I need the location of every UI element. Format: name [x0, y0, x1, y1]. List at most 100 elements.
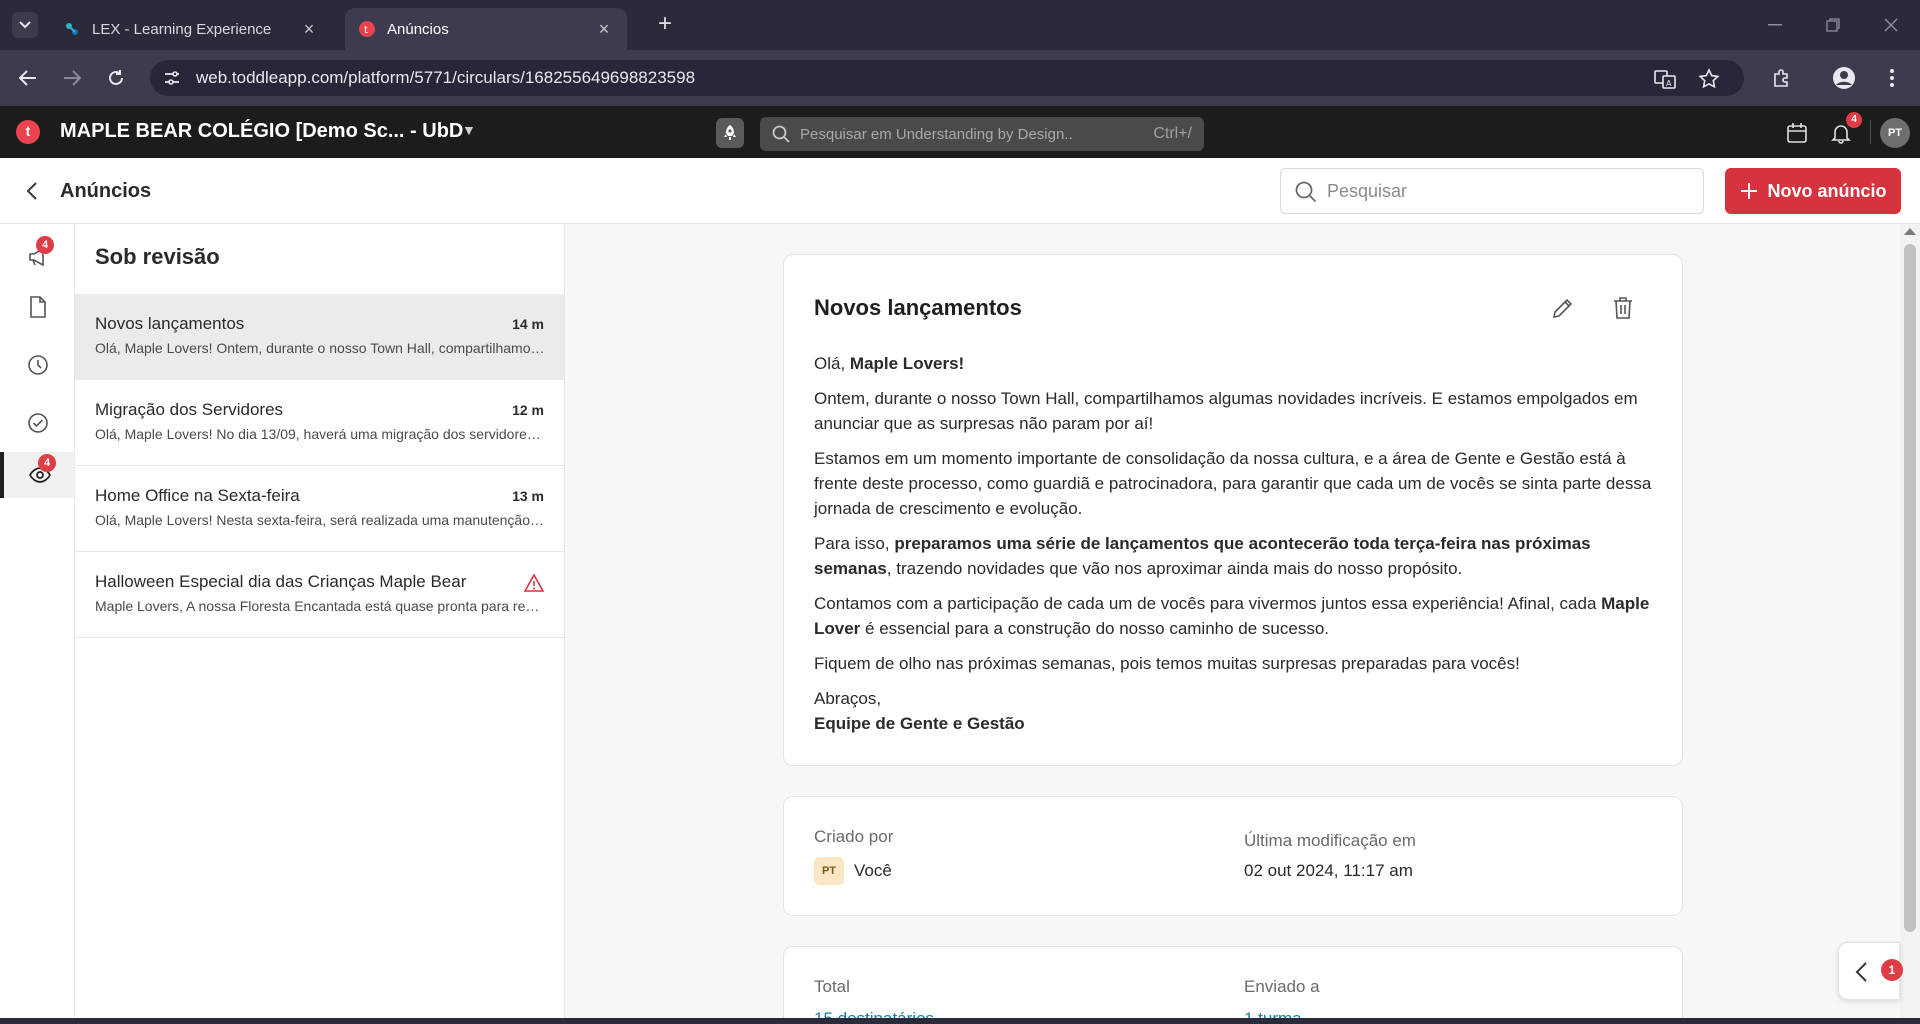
school-switcher-label[interactable]: MAPLE BEAR COLÉGIO [Demo Sc... - UbD — [60, 120, 463, 143]
edit-pencil-icon[interactable] — [1550, 295, 1576, 321]
profile-icon[interactable] — [1830, 64, 1858, 92]
address-bar[interactable]: web.toddleapp.com/platform/5771/circular… — [150, 60, 1744, 96]
search-input[interactable]: Pesquisar — [1280, 168, 1704, 214]
trash-icon[interactable] — [1610, 295, 1636, 321]
rail-item-under-review[interactable]: 4 — [0, 452, 75, 498]
new-announcement-button[interactable]: Novo anúncio — [1725, 168, 1901, 214]
announcement-body: Olá, Maple Lovers! Ontem, durante o noss… — [814, 351, 1654, 746]
toddle-logo[interactable]: t — [16, 120, 40, 144]
rail-item-scheduled[interactable] — [0, 342, 75, 388]
side-panel-badge: 1 — [1881, 959, 1903, 981]
url-text: web.toddleapp.com/platform/5771/circular… — [196, 68, 696, 87]
paragraph-4-suffix: é essencial para a construção do nosso c… — [860, 619, 1330, 638]
new-tab-button[interactable]: + — [652, 12, 678, 38]
greeting-bold: Maple Lovers! — [849, 354, 965, 373]
greeting: Olá, Maple Lovers! — [814, 351, 1654, 376]
announcement-card: Novos lançamentos Olá, Maple Lovers! Ont… — [783, 254, 1683, 766]
paragraph-2: Estamos em um momento importante de cons… — [814, 449, 1652, 518]
close-icon[interactable]: × — [595, 20, 613, 38]
list-item-preview: Olá, Maple Lovers! Ontem, durante o noss… — [95, 340, 545, 356]
rocket-icon[interactable] — [716, 118, 744, 148]
paragraph-5: Fiquem de olho nas próximas semanas, poi… — [814, 654, 1520, 673]
rail-item-announcements[interactable]: 4 — [0, 234, 75, 280]
list-item-title: Home Office na Sexta-feira — [95, 486, 300, 505]
chevron-left-icon — [1855, 962, 1867, 982]
rail-badge: 4 — [36, 236, 54, 254]
signature-bold: Equipe de Gente e Gestão — [814, 714, 1025, 733]
close-window-icon[interactable] — [1876, 12, 1906, 38]
paragraph-3-suffix: , trazendo novidades que vão nos aproxim… — [886, 559, 1463, 578]
reload-icon[interactable] — [102, 64, 130, 92]
total-label: Total — [814, 977, 850, 996]
taskbar-edge — [0, 1018, 1920, 1024]
back-icon[interactable] — [14, 64, 42, 92]
page-title: Anúncios — [60, 180, 152, 202]
svg-text:A: A — [1666, 79, 1672, 88]
list-item-title: Migração dos Servidores — [95, 400, 284, 419]
svg-text:t: t — [364, 25, 368, 36]
search-placeholder: Pesquisar — [1327, 180, 1408, 201]
paragraph-4: Contamos com a participação de cada um d… — [814, 591, 1654, 641]
greeting-text: Olá, — [814, 354, 850, 373]
restore-icon[interactable] — [1818, 12, 1848, 38]
list-item[interactable]: Novos lançamentos 14 m Olá, Maple Lovers… — [75, 294, 564, 380]
global-search-placeholder: Pesquisar em Understanding by Design.. — [800, 125, 1073, 143]
list-item-preview: Olá, Maple Lovers! Nesta sexta-feira, se… — [95, 512, 545, 528]
clock-icon — [27, 355, 48, 375]
paragraph-1: Ontem, durante o nosso Town Hall, compar… — [814, 389, 1638, 433]
new-announcement-label: Novo anúncio — [1767, 180, 1887, 201]
browser-tab-strip: LEX - Learning Experience × t Anúncios ×… — [0, 0, 1920, 50]
announcement-list-panel: Sob revisão Novos lançamentos 14 m Olá, … — [75, 224, 565, 1024]
browser-toolbar: web.toddleapp.com/platform/5771/circular… — [0, 50, 1920, 106]
header-divider — [1870, 120, 1871, 144]
scrollbar-thumb[interactable] — [1904, 244, 1916, 932]
lex-favicon — [66, 23, 78, 35]
paragraph-3-text: Para isso, — [814, 534, 895, 553]
scroll-up-arrow-icon[interactable] — [1904, 228, 1916, 235]
list-item[interactable]: Migração dos Servidores 12 m Olá, Maple … — [75, 380, 564, 466]
warning-icon — [524, 574, 544, 592]
plus-icon — [1741, 183, 1758, 199]
icon-rail: 4 4 — [0, 224, 75, 1024]
side-panel-toggle[interactable]: 1 — [1838, 942, 1903, 1000]
avatar: PT — [814, 857, 844, 885]
list-heading: Sob revisão — [95, 244, 220, 269]
rail-item-documents[interactable] — [0, 284, 75, 330]
search-icon — [772, 125, 790, 143]
modified-value: 02 out 2024, 11:17 am — [1244, 861, 1413, 880]
rail-badge: 4 — [38, 454, 56, 472]
rail-item-approved[interactable] — [0, 400, 75, 446]
extensions-icon[interactable] — [1768, 64, 1796, 92]
list-item[interactable]: Home Office na Sexta-feira 13 m Olá, Map… — [75, 466, 564, 552]
list-item-preview: Maple Lovers, A nossa Floresta Encantada… — [95, 598, 545, 614]
global-search-input[interactable]: Pesquisar em Understanding by Design.. C… — [760, 117, 1204, 151]
close-icon[interactable]: × — [300, 20, 318, 38]
tab-title: Anúncios — [387, 20, 449, 38]
list-item-time: 14 m — [512, 316, 544, 332]
browser-tab-anuncios[interactable]: t Anúncios × — [345, 8, 627, 50]
tab-search-button[interactable] — [12, 12, 38, 38]
search-icon — [1295, 181, 1317, 203]
avatar[interactable]: PT — [1880, 118, 1910, 148]
search-shortcut-hint: Ctrl+/ — [1153, 125, 1192, 142]
site-settings-icon[interactable] — [162, 68, 182, 88]
forward-icon[interactable] — [58, 64, 86, 92]
announcement-detail-area: Novos lançamentos Olá, Maple Lovers! Ont… — [565, 224, 1900, 1024]
bookmark-star-icon[interactable] — [1698, 68, 1720, 90]
list-item-title: Novos lançamentos — [95, 314, 245, 333]
back-arrow-icon[interactable] — [22, 180, 44, 202]
browser-menu-icon[interactable] — [1878, 64, 1906, 92]
browser-tab-lex[interactable]: LEX - Learning Experience × — [50, 8, 332, 50]
paragraph-3: Para isso, preparamos uma série de lança… — [814, 531, 1654, 581]
caret-down-icon[interactable]: ▼ — [462, 122, 476, 138]
list-item-preview: Olá, Maple Lovers! No dia 13/09, haverá … — [95, 426, 545, 442]
metadata-card: Criado por PT Você Última modificação em… — [783, 796, 1683, 916]
toddle-favicon: t — [359, 21, 375, 37]
calendar-icon[interactable] — [1784, 120, 1810, 146]
translate-icon[interactable]: A — [1654, 68, 1676, 90]
list-item-time: 13 m — [512, 488, 544, 504]
signature: Equipe de Gente e Gestão — [814, 711, 1654, 736]
list-item[interactable]: Halloween Especial dia das Crianças Mapl… — [75, 552, 564, 638]
recipients-card: Total 15 destinatários Enviado a 1 turma — [783, 946, 1683, 1024]
minimize-icon[interactable] — [1760, 12, 1790, 38]
